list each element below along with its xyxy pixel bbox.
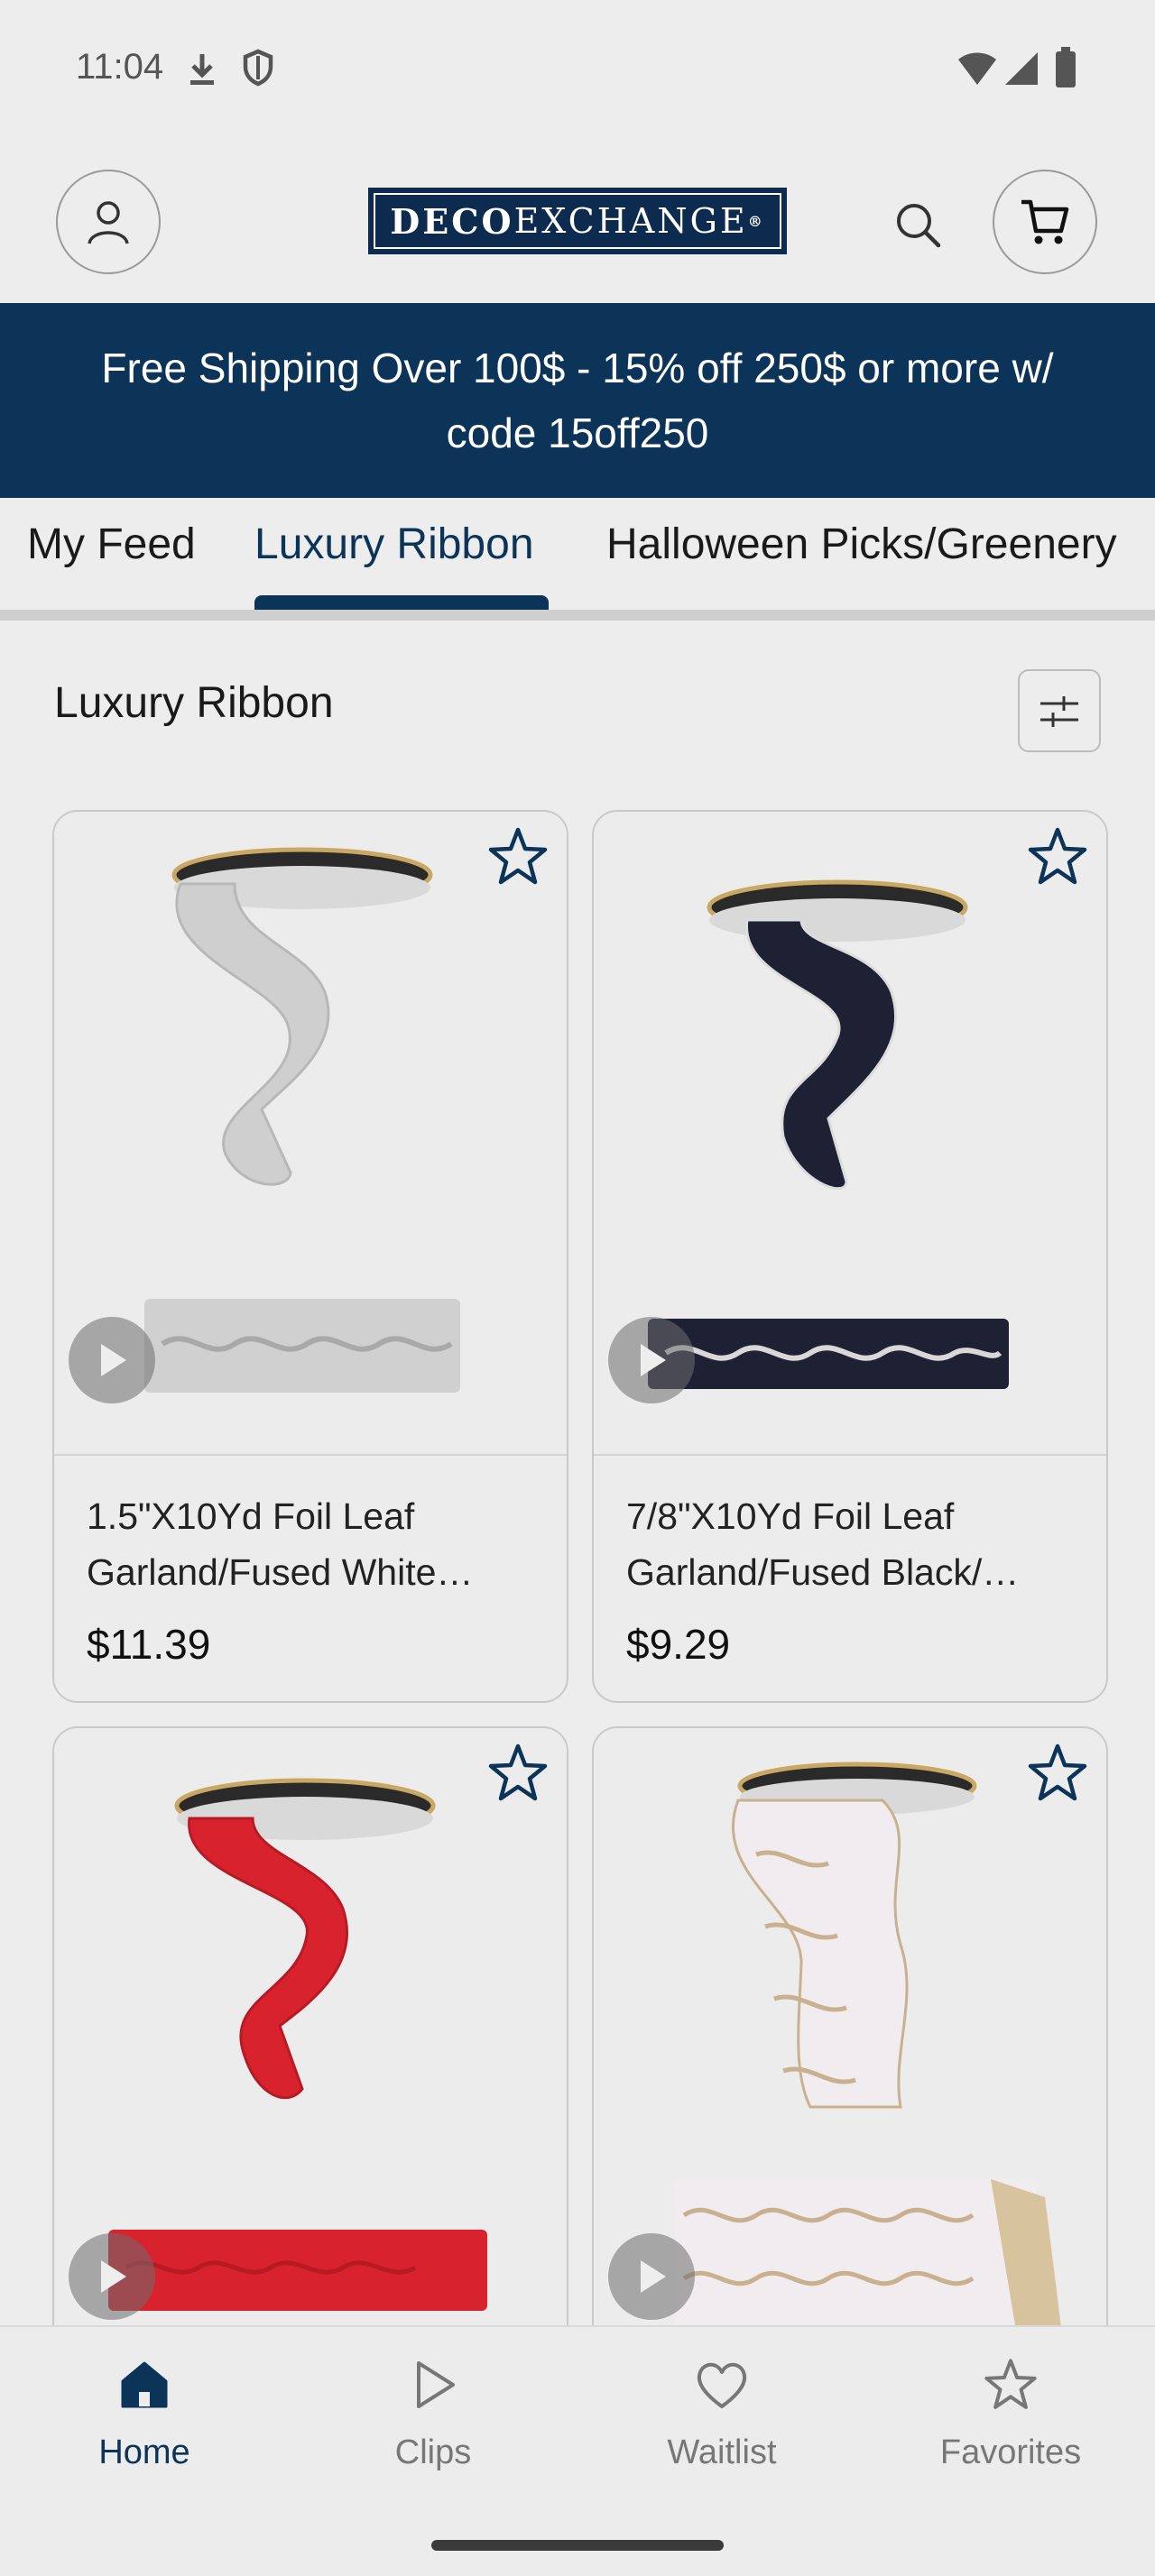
battery-icon [1056, 47, 1076, 87]
play-icon [101, 1344, 126, 1376]
cart-button[interactable] [993, 170, 1097, 274]
favorite-star-icon[interactable] [1025, 1741, 1090, 1806]
tab-my-feed[interactable]: My Feed [27, 520, 196, 569]
play-video-button[interactable] [69, 1317, 155, 1403]
gesture-home-bar[interactable] [431, 2540, 724, 2551]
brand-logo[interactable]: DECO EXCHANGE ® [368, 188, 787, 254]
nav-clips[interactable]: Clips [289, 2356, 578, 2472]
account-button[interactable] [56, 170, 161, 274]
logo-text-bold: DECO [390, 200, 514, 242]
product-card[interactable] [592, 1726, 1108, 2358]
search-button[interactable] [882, 189, 955, 262]
logo-mark: ® [747, 212, 765, 230]
active-tab-indicator [254, 595, 549, 610]
nav-home-label: Home [98, 2433, 190, 2471]
product-card[interactable]: 1.5"X10Yd Foil Leaf Garland/Fused White…… [52, 810, 568, 1703]
product-name[interactable]: 7/8"X10Yd Foil Leaf Garland/Fused Black/… [626, 1488, 1050, 1600]
nav-clips-label: Clips [394, 2433, 472, 2471]
filter-button[interactable] [1018, 669, 1101, 752]
play-video-button[interactable] [608, 2233, 695, 2320]
nav-waitlist[interactable]: Waitlist [578, 2356, 866, 2472]
play-icon [101, 2260, 126, 2293]
tabs-divider [0, 610, 1155, 621]
wifi-icon [958, 52, 996, 85]
home-icon [121, 2361, 168, 2408]
shield-icon [243, 49, 273, 87]
sliders-icon [1040, 696, 1078, 727]
play-icon [641, 2260, 666, 2293]
nav-favorites-label: Favorites [939, 2433, 1082, 2471]
product-card[interactable]: 7/8"X10Yd Foil Leaf Garland/Fused Black/… [592, 810, 1108, 1703]
tab-halloween-picks[interactable]: Halloween Picks/Greenery [606, 520, 1117, 569]
nav-favorites[interactable]: Favorites [866, 2356, 1155, 2472]
star-icon [984, 2359, 1037, 2409]
status-bar: 11:04 [0, 0, 1155, 135]
product-card[interactable] [52, 1726, 568, 2358]
download-icon [190, 54, 214, 85]
nav-waitlist-label: Waitlist [667, 2433, 777, 2471]
card-divider [54, 1454, 567, 1456]
favorite-star-icon[interactable] [1025, 824, 1090, 889]
cart-icon [1021, 199, 1069, 244]
card-divider [594, 1454, 1106, 1456]
signal-icon [1005, 52, 1038, 85]
brand-logo-frame: DECO EXCHANGE ® [374, 193, 781, 249]
product-price: $9.29 [626, 1621, 731, 1668]
play-video-button[interactable] [69, 2233, 155, 2320]
play-video-button[interactable] [608, 1317, 695, 1403]
user-icon [88, 201, 129, 244]
play-icon [417, 2361, 455, 2408]
tab-luxury-ribbon[interactable]: Luxury Ribbon [254, 520, 534, 569]
heart-icon [697, 2362, 747, 2408]
promo-banner[interactable]: Free Shipping Over 100$ - 15% off 250$ o… [0, 303, 1155, 498]
product-price: $11.39 [87, 1621, 211, 1668]
play-icon [641, 1344, 666, 1376]
favorite-star-icon[interactable] [485, 1741, 550, 1806]
logo-text-light: EXCHANGE [513, 201, 748, 241]
section-title: Luxury Ribbon [54, 679, 334, 727]
search-icon [897, 204, 941, 248]
nav-home[interactable]: Home [0, 2356, 289, 2472]
status-time: 11:04 [76, 47, 164, 87]
favorite-star-icon[interactable] [485, 824, 550, 889]
product-name[interactable]: 1.5"X10Yd Foil Leaf Garland/Fused White… [87, 1488, 511, 1600]
promo-text: Free Shipping Over 100$ - 15% off 250$ o… [101, 345, 1054, 456]
